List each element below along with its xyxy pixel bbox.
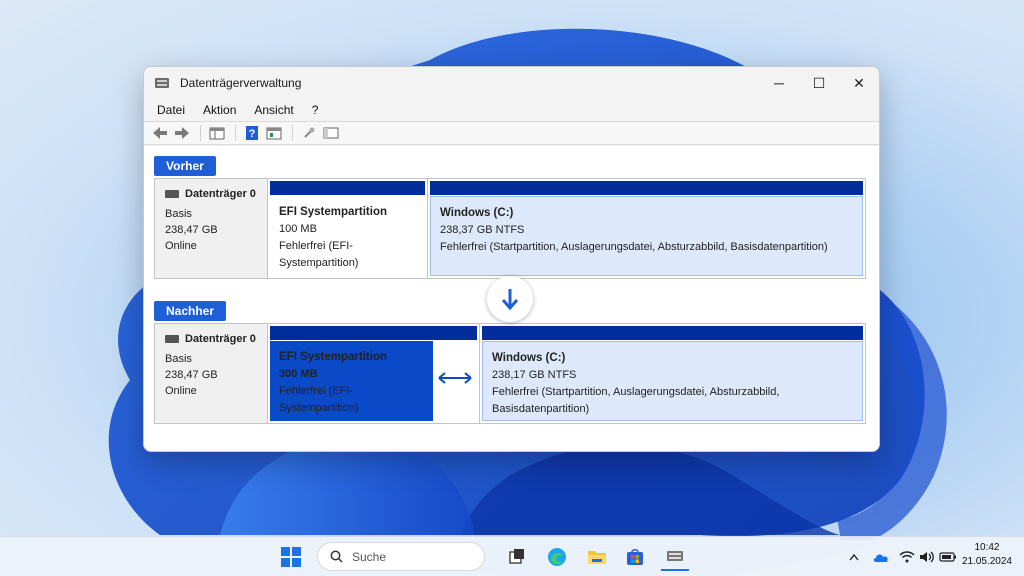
back-arrow-icon[interactable]	[150, 123, 170, 143]
disk-info[interactable]: Datenträger 0 Basis 238,47 GB Online	[155, 179, 268, 278]
partition-size: 238,37 GB NTFS	[440, 224, 525, 236]
disk-row-after[interactable]: Datenträger 0 Basis 238,47 GB Online EFI…	[154, 323, 866, 424]
after-tag: Nachher	[154, 301, 227, 321]
efi-partition[interactable]: EFI Systempartition 100 MB Fehlerfrei (E…	[268, 179, 428, 278]
file-explorer-icon[interactable]	[583, 543, 611, 571]
close-button[interactable]: ✕	[839, 67, 879, 99]
volume-icon[interactable]	[918, 543, 936, 571]
toolbar-separator	[292, 125, 293, 141]
disk-name: Datenträger 0	[185, 188, 256, 200]
windows-partition[interactable]: Windows (C:) 238,37 GB NTFS Fehlerfrei (…	[428, 179, 865, 278]
menu-aktion[interactable]: Aktion	[196, 103, 243, 117]
partition-status: Fehlerfrei (Startpartition, Auslagerungs…	[440, 241, 828, 253]
edge-icon[interactable]	[543, 543, 571, 571]
disk-status: Online	[165, 385, 197, 397]
toolbar: ?	[144, 121, 879, 145]
resize-arrow-icon	[438, 372, 472, 384]
disk-size: 238,47 GB	[165, 369, 218, 381]
partition-size: 238,17 GB NTFS	[492, 369, 577, 381]
partition-status: Fehlerfrei (EFI-Systempartition)	[279, 240, 359, 269]
disk-info[interactable]: Datenträger 0 Basis 238,47 GB Online	[155, 324, 268, 423]
battery-icon[interactable]	[938, 543, 958, 571]
disk-management-window: Datenträgerverwaltung ─ ☐ ✕ Datei Aktion…	[143, 66, 880, 452]
partition-bar	[430, 181, 863, 195]
toolbar-separator	[200, 125, 201, 141]
disk-icon	[165, 190, 179, 198]
down-arrow-icon	[487, 276, 533, 322]
partition-size: 300 MB	[279, 368, 318, 380]
menu-help[interactable]: ?	[305, 103, 326, 117]
rescan-icon[interactable]	[299, 123, 319, 143]
console-icon[interactable]	[321, 123, 341, 143]
before-tag: Vorher	[154, 156, 216, 176]
taskbar-search-input[interactable]: Suche	[317, 542, 485, 571]
partition-size: 100 MB	[279, 223, 317, 235]
store-icon[interactable]	[621, 543, 649, 571]
toolbar-separator	[235, 125, 236, 141]
menu-datei[interactable]: Datei	[150, 103, 192, 117]
windows-partition-resized[interactable]: Windows (C:) 238,17 GB NTFS Fehlerfrei (…	[480, 324, 865, 423]
partition-bar	[270, 181, 425, 195]
partition-bar	[270, 326, 477, 340]
disk-management-taskbar-icon[interactable]	[661, 543, 689, 571]
partition-bar	[482, 326, 863, 340]
disk-type: Basis	[165, 353, 192, 365]
disk-management-icon	[155, 78, 169, 88]
clock-time: 10:42	[974, 542, 1000, 553]
disk-status: Online	[165, 240, 197, 252]
disk-icon	[165, 335, 179, 343]
disk-name: Datenträger 0	[185, 333, 256, 345]
partition-name: Windows (C:)	[440, 207, 514, 219]
menu-bar: Datei Aktion Ansicht ?	[144, 99, 879, 121]
chevron-up-icon[interactable]	[846, 543, 862, 571]
disk-size: 238,47 GB	[165, 224, 218, 236]
taskbar: Suche 10:42 21.05.2024	[0, 536, 1024, 576]
partition-name: Windows (C:)	[492, 352, 566, 364]
title-bar[interactable]: Datenträgerverwaltung ─ ☐ ✕	[144, 67, 879, 99]
search-icon	[330, 550, 343, 563]
disk-row-before[interactable]: Datenträger 0 Basis 238,47 GB Online EFI…	[154, 178, 866, 279]
windows-start-icon[interactable]	[277, 543, 305, 571]
svg-text:?: ?	[249, 128, 256, 140]
help-icon[interactable]: ?	[242, 123, 262, 143]
maximize-button[interactable]: ☐	[799, 67, 839, 99]
partition-status: Fehlerfrei (EFI-Systempartition)	[279, 385, 359, 414]
system-clock[interactable]: 10:42 21.05.2024	[962, 541, 1012, 569]
onedrive-icon[interactable]	[871, 543, 891, 571]
clock-date: 21.05.2024	[961, 556, 1012, 567]
menu-ansicht[interactable]: Ansicht	[247, 103, 300, 117]
minimize-button[interactable]: ─	[759, 67, 799, 99]
wifi-icon[interactable]	[898, 543, 916, 571]
properties-icon[interactable]	[264, 123, 284, 143]
disk-list-icon[interactable]	[207, 123, 227, 143]
window-title: Datenträgerverwaltung	[180, 76, 302, 90]
partition-status: Fehlerfrei (Startpartition, Auslagerungs…	[492, 386, 780, 415]
partition-name: EFI Systempartition	[279, 206, 387, 218]
efi-partition-resized[interactable]: EFI Systempartition 300 MB Fehlerfrei (E…	[268, 324, 480, 423]
disk-type: Basis	[165, 208, 192, 220]
task-view-icon[interactable]	[503, 543, 531, 571]
search-placeholder: Suche	[352, 549, 387, 564]
partition-name: EFI Systempartition	[279, 351, 387, 363]
forward-arrow-icon[interactable]	[172, 123, 192, 143]
